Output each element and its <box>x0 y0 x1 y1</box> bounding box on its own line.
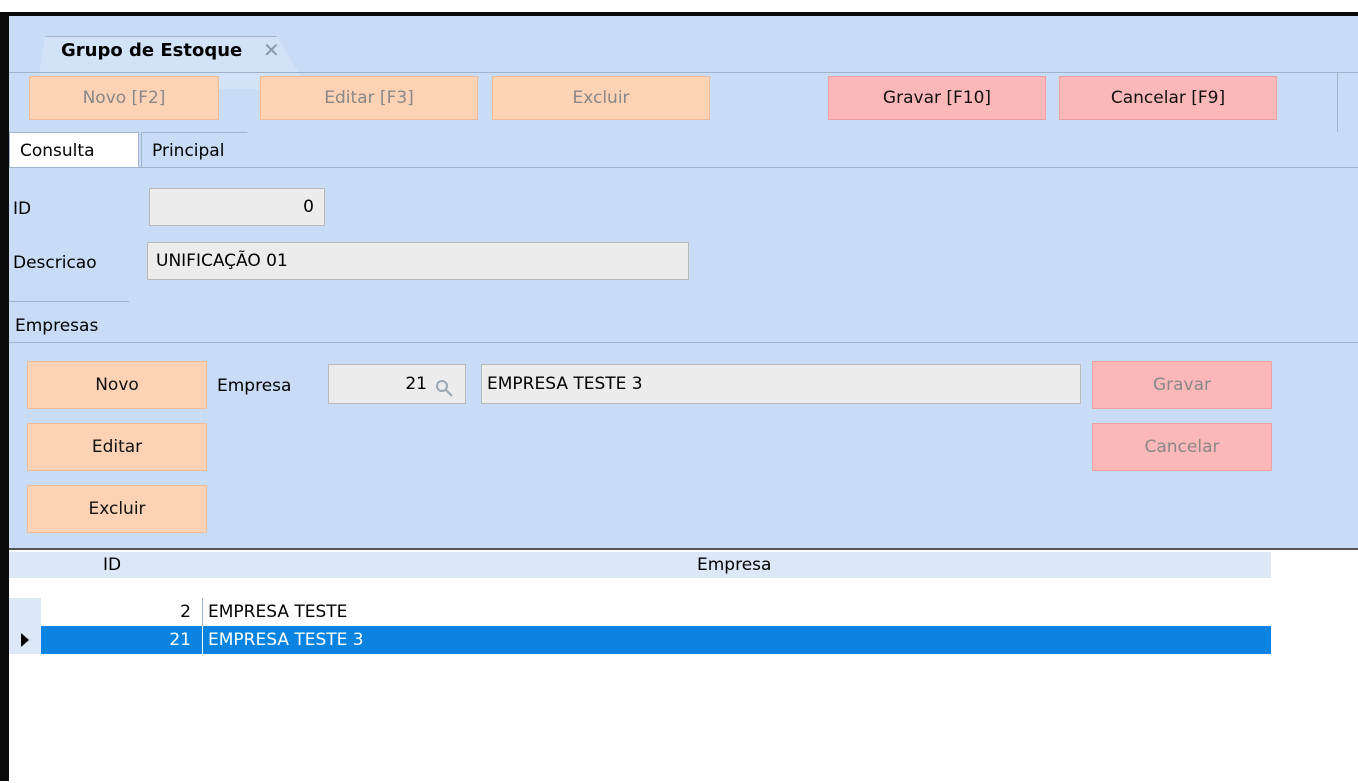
page-tab-divider <box>9 167 1358 168</box>
table-row-selected[interactable]: 21 EMPRESA TESTE 3 <box>9 626 1271 654</box>
novo-button[interactable]: Novo [F2] <box>29 76 219 120</box>
empresa-excluir-button[interactable]: Excluir <box>27 485 207 533</box>
sub-tab-divider <box>9 342 1358 343</box>
column-separator <box>202 626 203 654</box>
column-separator <box>202 598 203 626</box>
tab-principal-label: Principal <box>152 140 225 161</box>
tab-consulta-label: Consulta <box>20 140 95 161</box>
descricao-value: UNIFICAÇÃO 01 <box>156 251 288 271</box>
column-header-id[interactable]: ID <box>103 555 121 575</box>
row-empresa: EMPRESA TESTE <box>208 602 348 622</box>
empresas-grid[interactable]: ID Empresa 2 EMPRESA TESTE 21 EMPRESA TE… <box>9 548 1358 783</box>
cancelar-button[interactable]: Cancelar [F9] <box>1059 76 1277 120</box>
descricao-field[interactable]: UNIFICAÇÃO 01 <box>147 242 689 280</box>
tab-empresas-label: Empresas <box>15 316 99 336</box>
editar-button[interactable]: Editar [F3] <box>260 76 478 120</box>
app-window: Grupo de Estoque ✕ Novo [F2] Editar [F3]… <box>9 16 1358 783</box>
gravar-button[interactable]: Gravar [F10] <box>828 76 1046 120</box>
column-header-empresa[interactable]: Empresa <box>697 555 771 575</box>
table-row[interactable]: 2 EMPRESA TESTE <box>9 598 1271 626</box>
empresa-id-value: 21 <box>405 374 427 394</box>
close-icon[interactable]: ✕ <box>263 38 280 62</box>
row-empresa: EMPRESA TESTE 3 <box>208 630 364 650</box>
excluir-button[interactable]: Excluir <box>492 76 710 120</box>
row-id: 21 <box>169 630 191 650</box>
row-indicator <box>9 626 41 654</box>
magnifier-icon[interactable] <box>434 378 456 398</box>
id-value: 0 <box>303 197 314 217</box>
tab-principal[interactable]: Principal <box>141 132 277 168</box>
document-tab-title: Grupo de Estoque <box>61 40 243 61</box>
empresa-gravar-button[interactable]: Gravar <box>1092 361 1272 409</box>
empresa-editar-button[interactable]: Editar <box>27 423 207 471</box>
descricao-label: Descricao <box>13 253 97 273</box>
row-pointer-icon <box>21 633 29 647</box>
tab-consulta[interactable]: Consulta <box>9 132 139 168</box>
row-indicator <box>9 598 41 626</box>
row-id: 2 <box>180 602 191 622</box>
empresa-name-value: EMPRESA TESTE 3 <box>487 374 643 394</box>
grid-header: ID Empresa <box>9 552 1271 578</box>
id-label: ID <box>13 199 32 219</box>
toolbar-divider <box>1337 72 1338 132</box>
tab-divider <box>9 72 1358 73</box>
form-panel: Grupo de Estoque ✕ Novo [F2] Editar [F3]… <box>9 16 1358 548</box>
empresa-name-field[interactable]: EMPRESA TESTE 3 <box>481 364 1081 404</box>
window-left-border <box>0 14 9 781</box>
empresa-label: Empresa <box>217 376 292 396</box>
id-field[interactable]: 0 <box>149 188 325 226</box>
empresa-novo-button[interactable]: Novo <box>27 361 207 409</box>
empresa-cancelar-button[interactable]: Cancelar <box>1092 423 1272 471</box>
